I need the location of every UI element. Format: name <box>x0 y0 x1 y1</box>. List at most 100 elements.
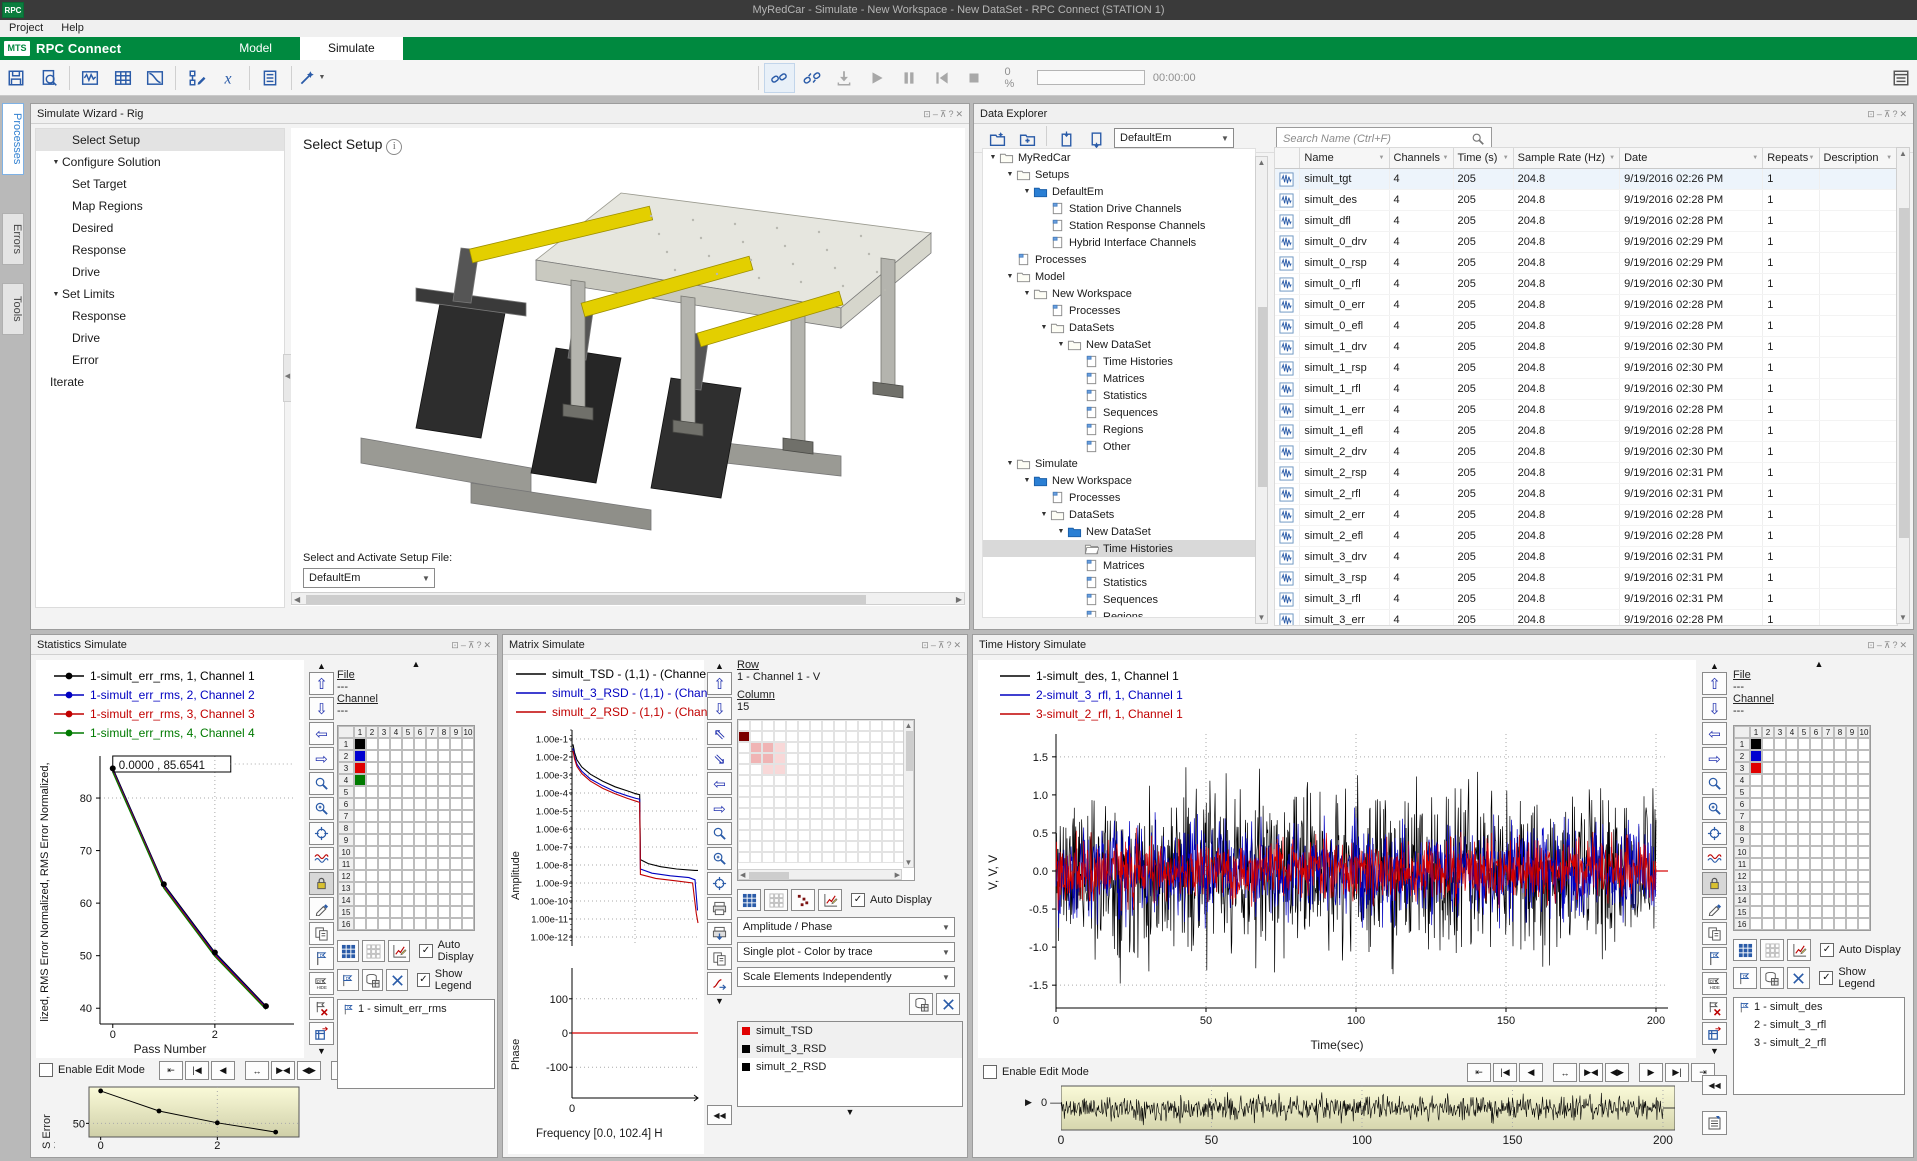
matrix-cell[interactable] <box>786 852 798 863</box>
grid-cell[interactable] <box>1810 762 1822 774</box>
grid-col-header[interactable]: 8 <box>438 726 450 738</box>
matrix-cell[interactable] <box>858 852 870 863</box>
tree-node-simulate[interactable]: ▼Simulate <box>983 455 1255 472</box>
grid-cell[interactable] <box>1834 822 1846 834</box>
grid-row-header[interactable]: 13 <box>338 882 354 894</box>
minimize-icon[interactable]: – <box>1877 640 1882 650</box>
grid-cell[interactable] <box>1822 750 1834 762</box>
left-button[interactable]: ⇦ <box>309 722 334 745</box>
matrix-cell[interactable] <box>858 819 870 830</box>
time-history-titlebar[interactable]: Time History Simulate ⊡–⊼?✕ <box>973 635 1913 655</box>
grid-cell[interactable] <box>438 882 450 894</box>
grid-cell[interactable] <box>390 870 402 882</box>
matrix-cell[interactable] <box>774 720 786 731</box>
matrix-cell[interactable] <box>774 764 786 775</box>
menu-help[interactable]: Help <box>52 20 93 37</box>
grid-cell[interactable] <box>450 906 462 918</box>
explorer-titlebar[interactable]: Data Explorer ⊡–⊼?✕ <box>974 104 1913 124</box>
grid-cell[interactable] <box>1834 906 1846 918</box>
grid-cell[interactable] <box>450 774 462 786</box>
matrix-cell[interactable] <box>750 764 762 775</box>
tree-node-matrices[interactable]: Matrices <box>983 557 1255 574</box>
trace-list-item[interactable]: 2 - simult_3_rfl <box>1734 1016 1904 1034</box>
grid-cell[interactable] <box>366 846 378 858</box>
grid-cell[interactable] <box>390 858 402 870</box>
matrix-cell[interactable] <box>822 731 834 742</box>
grid-cell[interactable] <box>378 894 390 906</box>
grid-cell[interactable] <box>1786 894 1798 906</box>
grid-cell[interactable] <box>1774 798 1786 810</box>
matrix-cell[interactable] <box>810 808 822 819</box>
grid-cell[interactable] <box>414 834 426 846</box>
display-option-dropdown[interactable]: Single plot - Color by trace▼ <box>737 942 955 962</box>
grid-cell[interactable] <box>390 810 402 822</box>
pin-icon[interactable]: ⊼ <box>1884 109 1891 119</box>
grid-col-header[interactable]: 7 <box>426 726 438 738</box>
down-button[interactable]: ⇩ <box>1702 697 1727 720</box>
grid-cell[interactable] <box>426 786 438 798</box>
matrix-cell[interactable] <box>798 797 810 808</box>
grid-cell[interactable] <box>450 738 462 750</box>
grid-row-header[interactable]: 9 <box>338 834 354 846</box>
float-icon[interactable]: ⊡ <box>1867 640 1875 650</box>
matrix-cell[interactable] <box>810 819 822 830</box>
matrix-cell[interactable] <box>798 819 810 830</box>
table-row[interactable]: simult_0_efl4205204.89/19/2016 02:28 PM1 <box>1275 316 1897 337</box>
grid-cell[interactable] <box>1774 906 1786 918</box>
export-grid-button[interactable] <box>309 1022 334 1045</box>
grid-cell[interactable] <box>1858 894 1870 906</box>
statistics-chart[interactable]: lized, RMS Error Normalized, RMS Error N… <box>36 742 304 1042</box>
grid-cell[interactable] <box>1762 882 1774 894</box>
report-button[interactable] <box>255 63 285 93</box>
grid-row-header[interactable]: 12 <box>1734 870 1750 882</box>
grid-cell[interactable] <box>354 834 366 846</box>
grid-cell[interactable] <box>1822 798 1834 810</box>
grid-cell[interactable] <box>1846 822 1858 834</box>
grid-cell[interactable] <box>378 798 390 810</box>
grid-cell[interactable] <box>1774 882 1786 894</box>
tree-expander-icon[interactable]: ▼ <box>987 154 999 161</box>
matrix-cell[interactable] <box>846 830 858 841</box>
table-row[interactable]: simult_0_drv4205204.89/19/2016 02:29 PM1 <box>1275 232 1897 253</box>
matrix-cell[interactable] <box>846 775 858 786</box>
grid-cell[interactable] <box>366 822 378 834</box>
grid-cell[interactable] <box>450 870 462 882</box>
table-row[interactable]: simult_1_efl4205204.89/19/2016 02:28 PM1 <box>1275 421 1897 442</box>
grid-cell[interactable] <box>1786 846 1798 858</box>
grid-cell[interactable] <box>354 894 366 906</box>
grid-cell[interactable] <box>426 834 438 846</box>
right-button[interactable]: ⇨ <box>309 747 334 770</box>
grid-cell[interactable] <box>366 834 378 846</box>
collapse-left-button[interactable]: ◀◀ <box>707 1105 732 1125</box>
matrix-cell[interactable] <box>762 830 774 841</box>
close-icon[interactable]: ✕ <box>1899 640 1907 650</box>
help-icon[interactable]: ? <box>476 640 481 650</box>
wizard-step-response[interactable]: Response <box>36 239 284 261</box>
grid-cell[interactable] <box>414 750 426 762</box>
grid-cell[interactable] <box>438 810 450 822</box>
grid-cell[interactable] <box>1750 846 1762 858</box>
grid-cell[interactable] <box>1774 858 1786 870</box>
matrix-cell[interactable] <box>738 808 750 819</box>
matrix-cell[interactable] <box>750 830 762 841</box>
db-export-button[interactable] <box>1760 967 1784 989</box>
grid-cell[interactable] <box>414 894 426 906</box>
grid-cell[interactable] <box>1858 738 1870 750</box>
grid-row-header[interactable]: 3 <box>1734 762 1750 774</box>
zoom-in-x-button[interactable]: ▶◀ <box>1579 1063 1603 1082</box>
grid-cell[interactable] <box>1774 894 1786 906</box>
matrix-cell[interactable] <box>762 852 774 863</box>
grid-cell[interactable] <box>366 882 378 894</box>
grid-cell[interactable] <box>354 882 366 894</box>
table-row[interactable]: simult_1_err4205204.89/19/2016 02:28 PM1 <box>1275 400 1897 421</box>
matrix-cell[interactable] <box>738 753 750 764</box>
stop-button[interactable] <box>959 63 989 93</box>
grid-cell[interactable] <box>414 762 426 774</box>
matrix-cell[interactable] <box>786 786 798 797</box>
workspace-dropdown[interactable]: DefaultEm▼ <box>1114 128 1234 148</box>
grid-white-button[interactable] <box>362 940 384 962</box>
column-header-time-s-[interactable]: Time (s)▼ <box>1454 148 1514 168</box>
legend-entry[interactable]: simult_3_RSD - (1,1) - (Chan <box>516 683 704 702</box>
matrix-cell[interactable] <box>774 753 786 764</box>
grid-cell[interactable] <box>1774 774 1786 786</box>
